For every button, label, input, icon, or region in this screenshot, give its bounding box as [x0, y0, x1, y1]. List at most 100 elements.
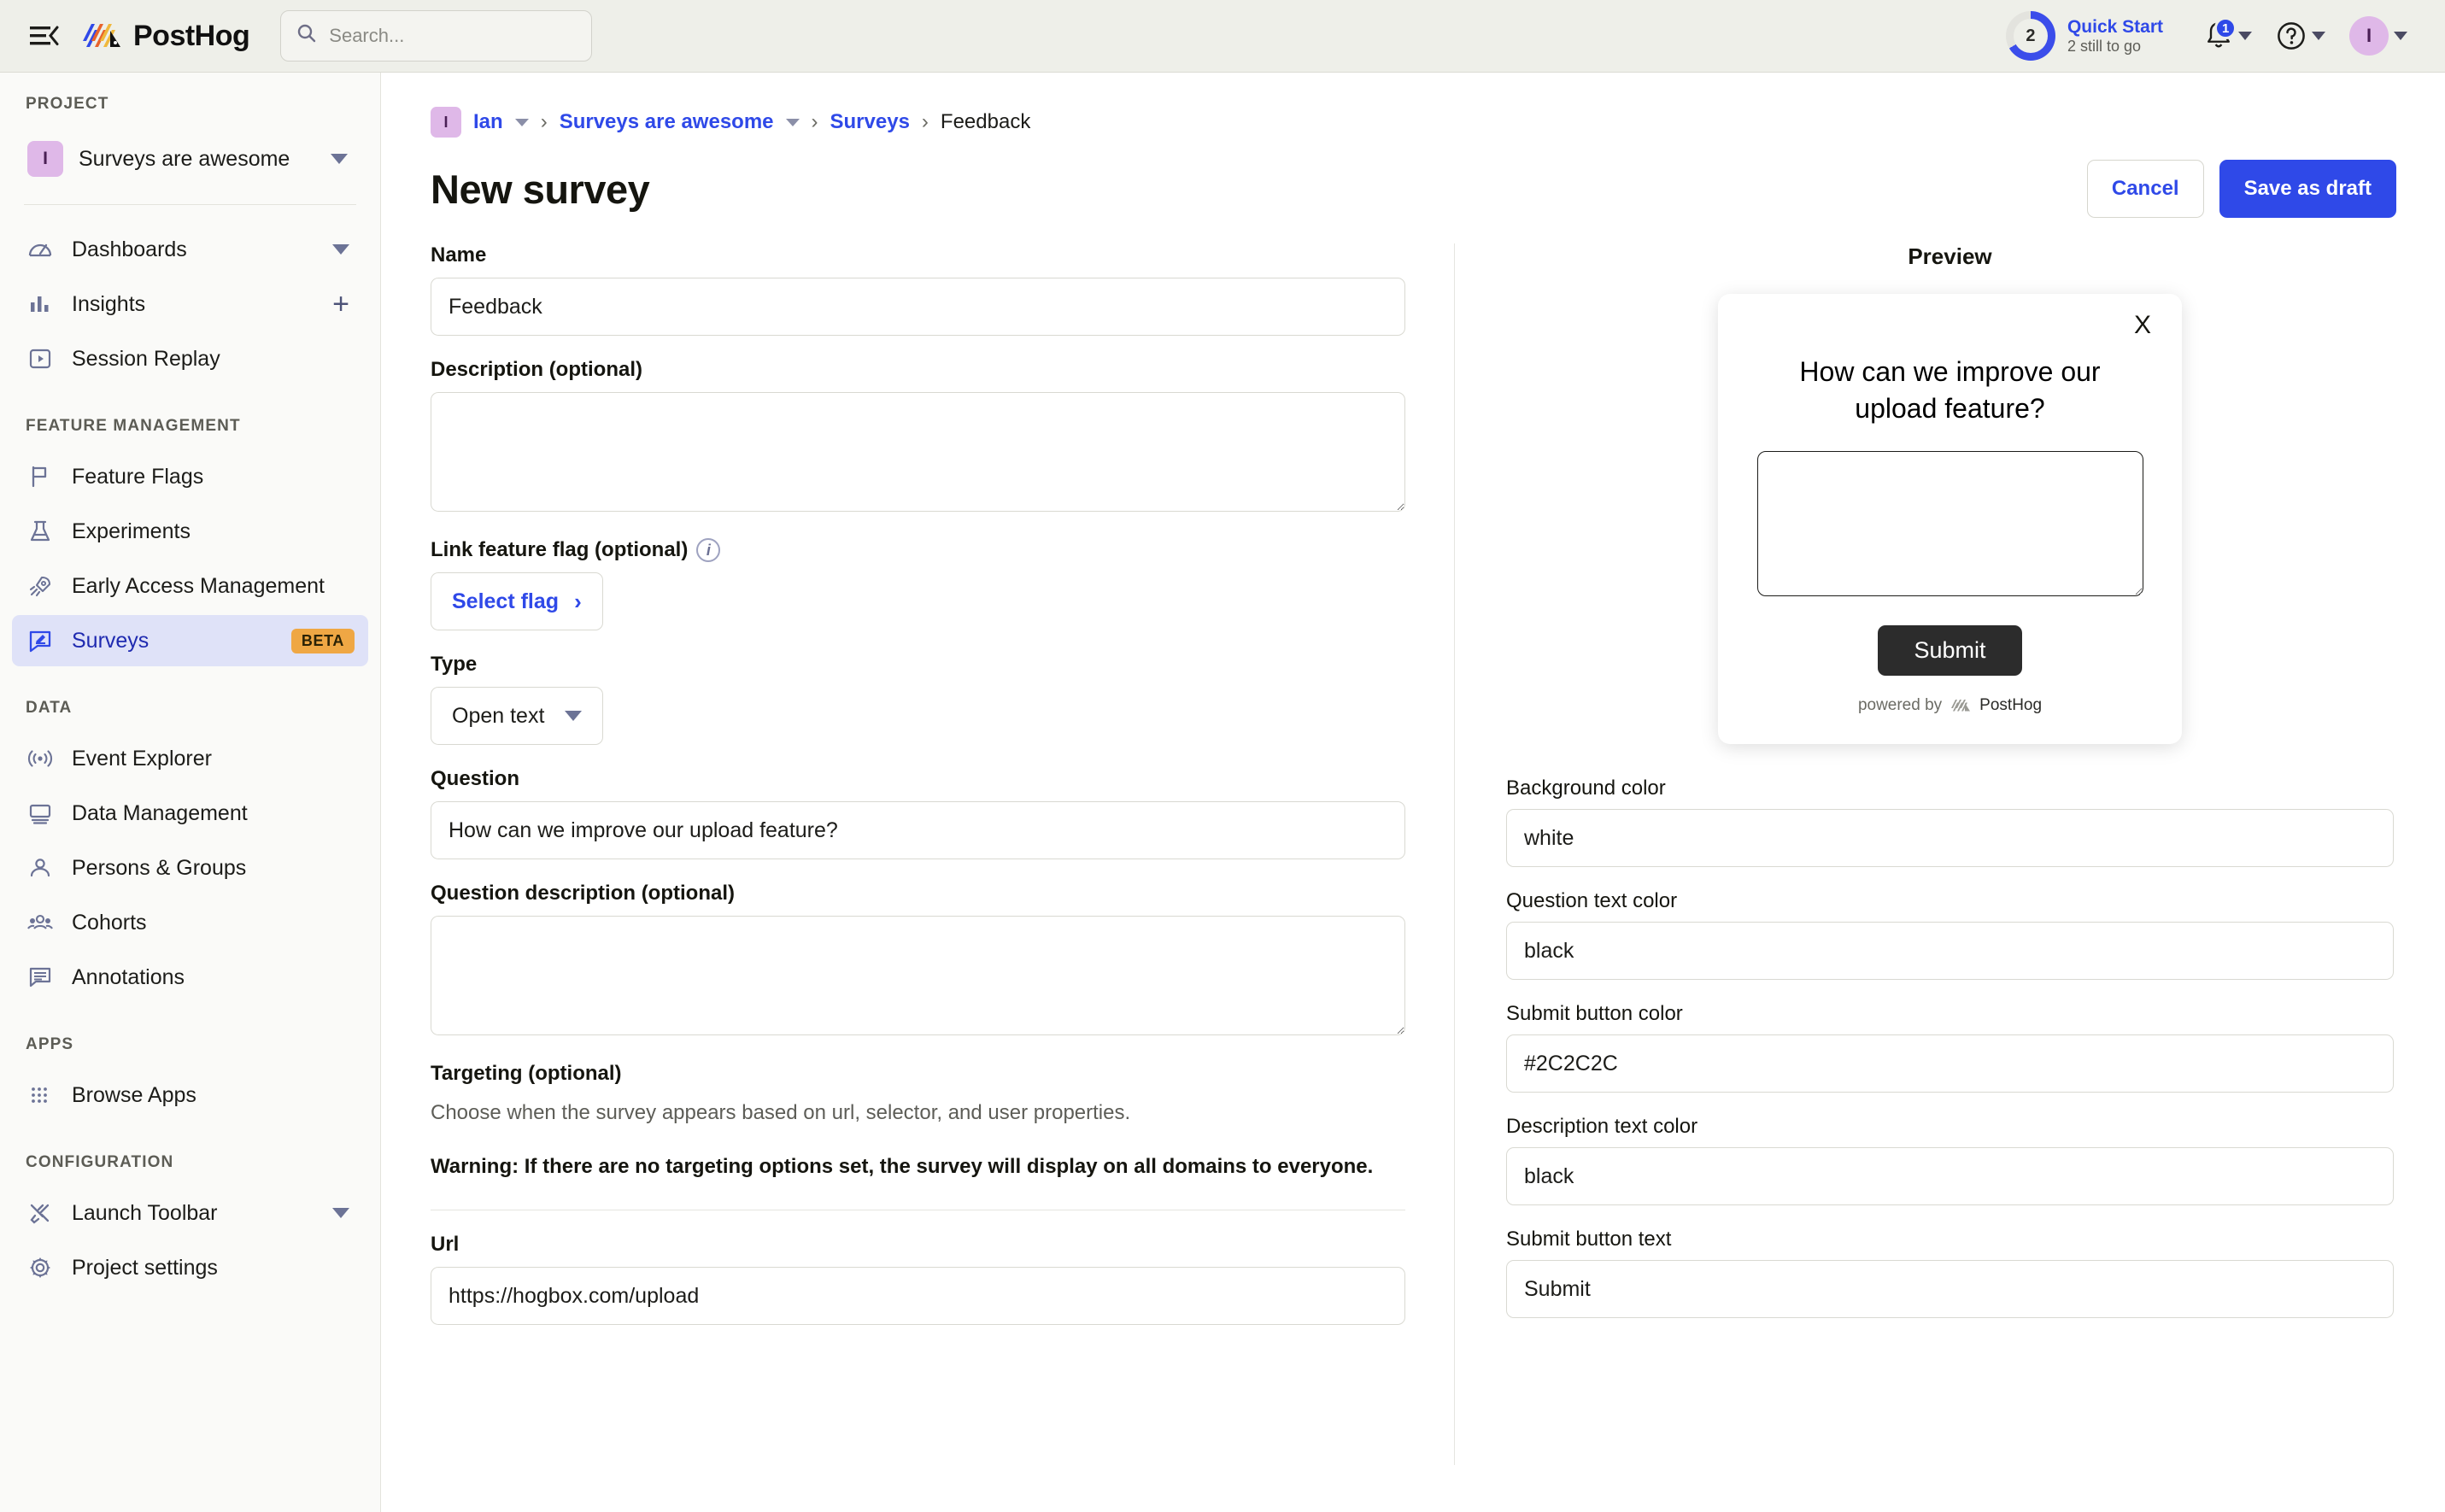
hamburger-collapse-icon[interactable]	[26, 17, 63, 55]
close-icon[interactable]: X	[1744, 313, 2156, 338]
project-switcher[interactable]: I Surveys are awesome	[15, 132, 365, 185]
posthog-logo-icon	[83, 24, 120, 47]
name-label: Name	[431, 243, 487, 267]
sidebar-item-label: Event Explorer	[72, 746, 212, 771]
info-icon[interactable]: i	[696, 538, 721, 562]
sidebar-item-label: Early Access Management	[72, 573, 325, 598]
description-text-color-label: Description text color	[1506, 1115, 1698, 1139]
sidebar-item-event-explorer[interactable]: Event Explorer	[12, 733, 368, 784]
quick-start-button[interactable]: 2 Quick Start 2 still to go	[2005, 11, 2163, 61]
quick-start-title: Quick Start	[2067, 16, 2163, 37]
cancel-button[interactable]: Cancel	[2086, 160, 2204, 218]
grid-dots-icon	[26, 1081, 55, 1110]
powered-by-brand: PostHog	[1979, 696, 2043, 715]
top-bar-actions: 2 Quick Start 2 still to go 1 I	[2005, 11, 2445, 61]
preview-answer-textarea[interactable]	[1756, 451, 2143, 597]
help-button[interactable]	[2264, 21, 2337, 51]
quick-start-count: 2	[2013, 19, 2048, 53]
save-as-draft-button[interactable]: Save as draft	[2219, 160, 2396, 218]
posthog-logo-icon	[1951, 700, 1971, 712]
breadcrumb-separator: ›	[921, 110, 929, 133]
chevron-down-icon[interactable]	[332, 1208, 349, 1218]
sidebar-item-launch-toolbar[interactable]: Launch Toolbar	[12, 1187, 368, 1239]
sidebar-item-session-replay[interactable]: Session Replay	[12, 333, 368, 384]
description-text-color-input[interactable]	[1506, 1147, 2394, 1206]
question-text-color-input[interactable]	[1506, 922, 2394, 981]
sidebar-item-surveys[interactable]: Surveys BETA	[12, 615, 368, 666]
page-header: New survey Cancel Save as draft	[382, 138, 2445, 218]
question-label: Question	[431, 767, 520, 790]
quick-start-subtitle: 2 still to go	[2067, 37, 2141, 55]
breadcrumb-org-link[interactable]: Ian	[473, 110, 503, 134]
search-input[interactable]: Search...	[280, 10, 593, 62]
submit-button-text-input[interactable]	[1506, 1260, 2394, 1319]
breadcrumb-current: Feedback	[940, 110, 1031, 133]
type-select-value: Open text	[452, 703, 545, 728]
sidebar-item-label: Browse Apps	[72, 1082, 196, 1107]
chevron-down-icon	[2238, 32, 2252, 40]
preview-submit-button[interactable]: Submit	[1878, 625, 2022, 677]
people-group-icon	[26, 908, 55, 937]
editor-columns: Name Description (optional) Link feature…	[382, 218, 2445, 1465]
breadcrumb-project-link[interactable]: Surveys are awesome	[560, 110, 774, 134]
question-description-textarea[interactable]	[431, 916, 1405, 1035]
sidebar-item-persons-and-groups[interactable]: Persons & Groups	[12, 842, 368, 894]
avatar: I	[2349, 16, 2389, 56]
breadcrumb-org-badge: I	[431, 107, 461, 138]
sidebar: PROJECT I Surveys are awesome Dashboards…	[0, 73, 381, 1512]
notifications-button[interactable]: 1	[2192, 17, 2264, 51]
description-textarea[interactable]	[431, 392, 1405, 512]
sidebar-item-label: Insights	[72, 291, 146, 316]
sidebar-item-label: Annotations	[72, 964, 185, 989]
sidebar-section-project-label: PROJECT	[26, 95, 109, 113]
sidebar-item-project-settings[interactable]: Project settings	[12, 1242, 368, 1293]
type-label: Type	[431, 653, 478, 676]
page-actions: Cancel Save as draft	[2086, 160, 2396, 218]
sidebar-item-insights[interactable]: Insights +	[12, 278, 368, 330]
sidebar-item-feature-flags[interactable]: Feature Flags	[12, 451, 368, 502]
link-feature-flag-label: Link feature flag (optional) i	[431, 538, 1405, 562]
comment-lines-icon	[26, 963, 55, 992]
question-input[interactable]	[431, 801, 1405, 859]
type-select[interactable]: Open text	[431, 687, 604, 745]
question-circle-icon	[2278, 22, 2305, 50]
sidebar-item-early-access-management[interactable]: Early Access Management	[12, 560, 368, 612]
survey-icon	[26, 626, 55, 655]
chevron-down-icon[interactable]	[332, 244, 349, 255]
breadcrumb-surveys-link[interactable]: Surveys	[830, 110, 910, 134]
chevron-down-icon	[2312, 32, 2325, 40]
breadcrumb-separator: ›	[540, 110, 548, 133]
chevron-right-icon: ›	[574, 588, 582, 614]
select-flag-button[interactable]: Select flag ›	[431, 572, 603, 630]
monitor-icon	[26, 799, 55, 828]
chevron-down-icon	[2394, 32, 2407, 40]
powered-by-posthog: powered by PostHog	[1744, 696, 2156, 715]
url-input[interactable]	[431, 1267, 1405, 1326]
preview-title: Preview	[1908, 243, 1992, 269]
background-color-input[interactable]	[1506, 809, 2394, 868]
top-bar: PostHog Search... 2 Quick Start 2 still …	[0, 0, 2445, 73]
sidebar-item-cohorts[interactable]: Cohorts	[12, 897, 368, 948]
sidebar-item-annotations[interactable]: Annotations	[12, 952, 368, 1003]
account-menu-button[interactable]: I	[2337, 16, 2419, 56]
question-text-color-label: Question text color	[1506, 889, 1678, 913]
brand-logo[interactable]: PostHog	[82, 19, 250, 53]
add-insight-button[interactable]: +	[332, 290, 349, 319]
main-content: I Ian › Surveys are awesome › Surveys › …	[382, 73, 2445, 1512]
sidebar-item-label: Feature Flags	[72, 464, 204, 489]
name-input[interactable]	[431, 278, 1405, 336]
sidebar-item-dashboards[interactable]: Dashboards	[12, 224, 368, 275]
targeting-warning-text: Warning: If there are no targeting optio…	[431, 1155, 1374, 1178]
bar-chart-icon	[26, 290, 55, 319]
chevron-down-icon[interactable]	[514, 118, 529, 126]
gauge-icon	[26, 235, 55, 264]
quick-start-progress-ring: 2	[2005, 11, 2055, 61]
submit-button-color-input[interactable]	[1506, 1034, 2394, 1093]
preview-panel: Preview X How can we improve our upload …	[1455, 243, 2445, 1465]
sidebar-item-browse-apps[interactable]: Browse Apps	[12, 1070, 368, 1121]
sidebar-item-data-management[interactable]: Data Management	[12, 788, 368, 839]
sidebar-item-experiments[interactable]: Experiments	[12, 506, 368, 557]
flag-icon	[26, 462, 55, 491]
chevron-down-icon[interactable]	[785, 118, 800, 126]
description-label: Description (optional)	[431, 358, 642, 381]
